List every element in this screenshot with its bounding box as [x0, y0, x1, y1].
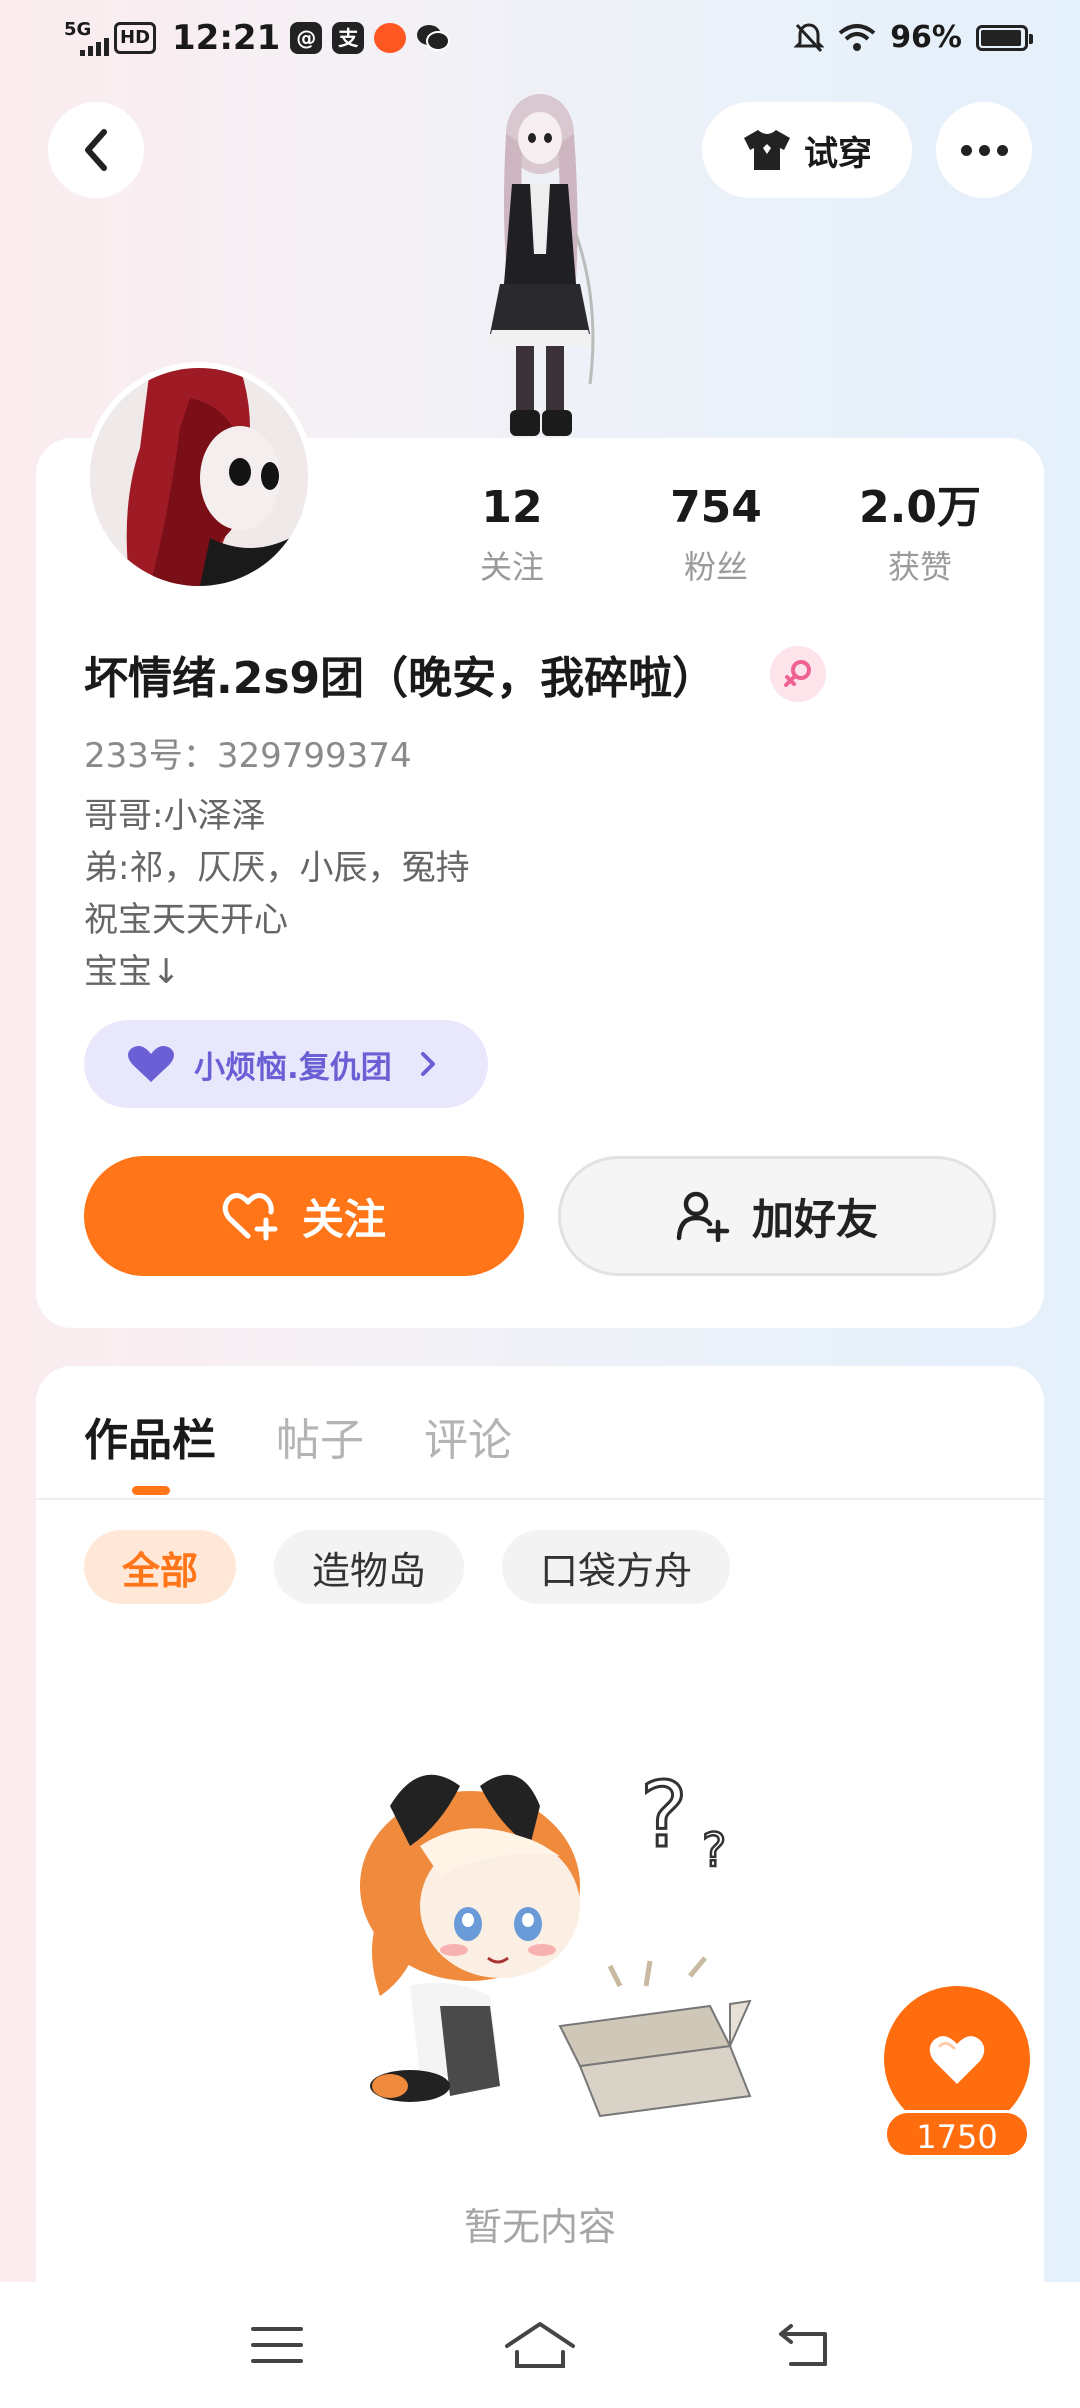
- empty-state-illustration: ? ?: [350, 1736, 770, 2136]
- like-count: 1750: [884, 2110, 1030, 2158]
- more-dot-icon: [960, 144, 972, 156]
- bio-line: 祝宝天天开心: [84, 900, 288, 940]
- follow-button[interactable]: 关注: [84, 1156, 524, 1276]
- battery-icon: [976, 24, 1033, 51]
- bio-line: 宝宝↓: [84, 952, 181, 992]
- wifi-icon: [838, 23, 876, 51]
- bio-line: 弟:祁，仄厌，小辰，冤持: [84, 848, 470, 888]
- chip-pocket-ark[interactable]: 口袋方舟: [502, 1530, 731, 1604]
- profile-stats: 12 关注 754 粉丝 2.0万 获赞: [440, 482, 1020, 588]
- heart-icon: [128, 1046, 174, 1082]
- tab-indicator: [132, 1486, 170, 1495]
- chevron-left-icon: [85, 129, 107, 171]
- mute-icon: [794, 22, 825, 52]
- group-link[interactable]: 小烦恼.复仇团: [84, 1020, 488, 1108]
- empty-state-text: 暂无内容: [463, 2205, 616, 2249]
- wechat-icon: [417, 25, 451, 51]
- system-nav-bar: [0, 2282, 1080, 2408]
- profile-bio: 哥哥:小泽泽 弟:祁，仄厌，小辰，冤持 祝宝天天开心 宝宝↓: [84, 790, 469, 998]
- avatar-figure-3d[interactable]: [450, 84, 630, 438]
- more-options-button[interactable]: [936, 102, 1032, 198]
- heart-plus-icon: [222, 1193, 278, 1241]
- group-name: 小烦恼.复仇团: [194, 1049, 392, 1086]
- stat-likes[interactable]: 2.0万 获赞: [820, 482, 1020, 588]
- user-id: 233号：329799374: [84, 736, 412, 776]
- stat-value: 2.0万: [859, 482, 981, 533]
- add-friend-label: 加好友: [751, 1194, 878, 1244]
- divider: [36, 1498, 1044, 1500]
- stat-label: 粉丝: [683, 548, 748, 586]
- stat-value: 12: [481, 482, 543, 533]
- stat-label: 获赞: [887, 548, 952, 586]
- bio-line: 哥哥:小泽泽: [84, 796, 266, 836]
- qq-icon: @: [290, 22, 323, 54]
- tab-comments[interactable]: 评论: [424, 1404, 512, 1468]
- follow-label: 关注: [301, 1194, 386, 1244]
- app-icon: [374, 23, 407, 53]
- stat-following[interactable]: 12 关注: [412, 482, 612, 588]
- avatar[interactable]: [84, 362, 314, 592]
- try-on-label: 试穿: [804, 133, 872, 174]
- chevron-right-icon: [420, 1052, 435, 1076]
- chip-creation-island[interactable]: 造物岛: [274, 1530, 465, 1604]
- cellular-signal-icon: 5G: [64, 18, 109, 58]
- back-button[interactable]: [48, 102, 144, 198]
- menu-icon[interactable]: [249, 2323, 305, 2367]
- status-bar: 5G HD 12:21 @ 支 96%: [0, 0, 1080, 84]
- stat-label: 关注: [479, 548, 544, 586]
- svg-text:?: ?: [702, 1823, 726, 1877]
- works-tabs: 作品栏 帖子 评论: [84, 1404, 572, 1468]
- battery-percent: 96%: [890, 20, 962, 55]
- stat-value: 754: [670, 482, 762, 533]
- shirt-icon: [744, 130, 790, 170]
- chip-all[interactable]: 全部: [84, 1530, 237, 1604]
- alipay-icon: 支: [332, 22, 365, 54]
- tab-works[interactable]: 作品栏: [84, 1404, 216, 1468]
- stat-followers[interactable]: 754 粉丝: [616, 482, 816, 588]
- svg-text:?: ?: [640, 1763, 688, 1868]
- profile-nickname: 坏情绪.2s9团（晚安，我碎啦）: [84, 653, 717, 704]
- hd-badge: HD: [114, 22, 157, 54]
- female-gender-icon: [770, 646, 826, 702]
- try-on-button[interactable]: 试穿: [702, 102, 912, 198]
- status-time: 12:21: [172, 18, 281, 58]
- add-user-icon: [676, 1191, 730, 1242]
- category-chips: 全部 造物岛 口袋方舟: [84, 1530, 731, 1604]
- back-nav-icon[interactable]: [775, 2322, 831, 2368]
- tab-posts[interactable]: 帖子: [276, 1404, 364, 1468]
- home-icon[interactable]: [503, 2320, 577, 2370]
- add-friend-button[interactable]: 加好友: [558, 1156, 996, 1276]
- heart-icon: [929, 2036, 985, 2084]
